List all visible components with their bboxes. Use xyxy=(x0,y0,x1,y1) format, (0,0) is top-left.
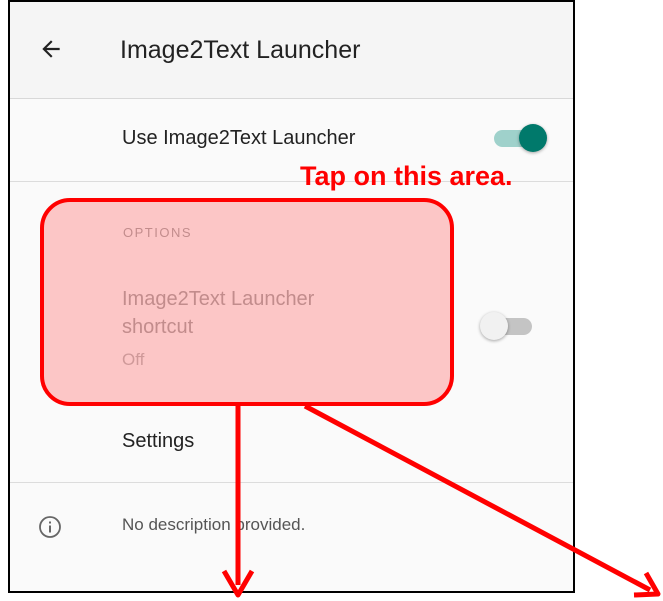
shortcut-title-line1: Image2Text Launcher xyxy=(122,288,315,310)
description-text: No description provided. xyxy=(122,515,306,534)
phone-screen: Image2Text Launcher Use Image2Text Launc… xyxy=(8,0,575,593)
info-row: No description provided. xyxy=(10,484,573,564)
shortcut-title-line2: shortcut xyxy=(122,316,194,338)
tap-callout: Tap on this area. xyxy=(300,161,513,191)
page-title: Image2Text Launcher xyxy=(120,36,361,64)
use-launcher-label: Use Image2Text Launcher xyxy=(122,127,356,149)
info-icon xyxy=(39,516,61,538)
options-header: OPTIONS xyxy=(123,225,193,240)
shortcut-status: Off xyxy=(122,350,145,369)
shortcut-row[interactable]: Image2Text Launcher shortcut Off xyxy=(10,272,573,382)
shortcut-toggle[interactable] xyxy=(480,312,534,342)
app-bar: Image2Text Launcher xyxy=(10,2,573,99)
settings-row[interactable]: Settings xyxy=(10,402,573,483)
use-launcher-toggle[interactable] xyxy=(494,124,548,154)
toggle-thumb xyxy=(519,124,547,152)
arrow-left-icon[interactable] xyxy=(38,36,64,62)
toggle-thumb xyxy=(480,312,508,340)
settings-label: Settings xyxy=(122,430,195,452)
